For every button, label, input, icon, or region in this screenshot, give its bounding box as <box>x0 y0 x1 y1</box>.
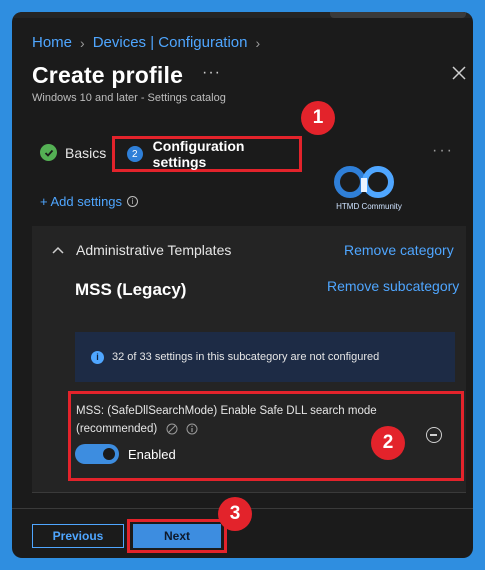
check-icon <box>40 144 57 161</box>
remove-setting-icon[interactable] <box>426 427 442 443</box>
category-header[interactable]: Administrative Templates <box>52 242 231 258</box>
close-icon[interactable] <box>450 64 468 82</box>
info-icon: i <box>91 350 104 364</box>
subcategory-title: MSS (Legacy) <box>75 280 187 299</box>
step-number-icon: 2 <box>127 146 143 162</box>
info-message-text: 32 of 33 settings in this subcategory ar… <box>112 351 380 363</box>
tab-configuration-settings[interactable]: 2 Configuration settings <box>112 136 302 172</box>
setting-row: MSS: (SafeDllSearchMode) Enable Safe DLL… <box>76 402 396 438</box>
add-settings-label: + Add settings <box>40 194 123 209</box>
panel-divider <box>32 492 466 493</box>
info-icon[interactable] <box>186 423 198 435</box>
category-name: Administrative Templates <box>76 242 232 258</box>
remove-category-link[interactable]: Remove category <box>344 242 454 258</box>
info-message-bar: i 32 of 33 settings in this subcategory … <box>75 332 455 382</box>
breadcrumb-separator: › <box>255 34 261 51</box>
breadcrumb-home-link[interactable]: Home <box>32 34 72 51</box>
previous-button[interactable]: Previous <box>32 524 124 548</box>
setting-name: MSS: (SafeDllSearchMode) Enable Safe DLL… <box>76 405 377 435</box>
page-title: Create profile <box>32 62 184 88</box>
enabled-toggle[interactable] <box>75 444 119 464</box>
breadcrumb-separator: › <box>80 34 85 51</box>
toggle-state-label: Enabled <box>128 447 176 462</box>
page-subtitle: Windows 10 and later - Settings catalog <box>32 92 226 104</box>
info-icon[interactable]: i <box>127 196 139 207</box>
tab-basics[interactable]: Basics <box>40 144 106 161</box>
annotation-badge-1: 1 <box>301 101 335 135</box>
browser-frame: Home › Devices | Configuration › Create … <box>12 12 473 558</box>
annotation-badge-3: 3 <box>218 497 252 531</box>
logo-caption: HTMD Community <box>336 202 402 211</box>
add-settings-link[interactable]: + Add settings i <box>40 194 139 209</box>
overflow-menu-icon[interactable]: ··· <box>432 142 454 160</box>
toggle-knob <box>103 448 115 460</box>
top-bar-tab <box>330 12 466 18</box>
tab-configuration-settings-label: Configuration settings <box>152 138 245 170</box>
tab-basics-label: Basics <box>65 144 107 161</box>
remove-subcategory-link[interactable]: Remove subcategory <box>327 278 459 294</box>
htmd-logo <box>334 164 404 220</box>
breadcrumb-devices-link[interactable]: Devices | Configuration <box>93 34 248 51</box>
more-options-icon[interactable]: ··· <box>202 64 221 82</box>
breadcrumb: Home › Devices | Configuration › <box>32 34 260 51</box>
annotation-badge-2: 2 <box>371 426 405 460</box>
next-button[interactable]: Next <box>133 524 221 548</box>
unlink-icon[interactable] <box>166 423 178 435</box>
chevron-up-icon <box>52 246 64 254</box>
